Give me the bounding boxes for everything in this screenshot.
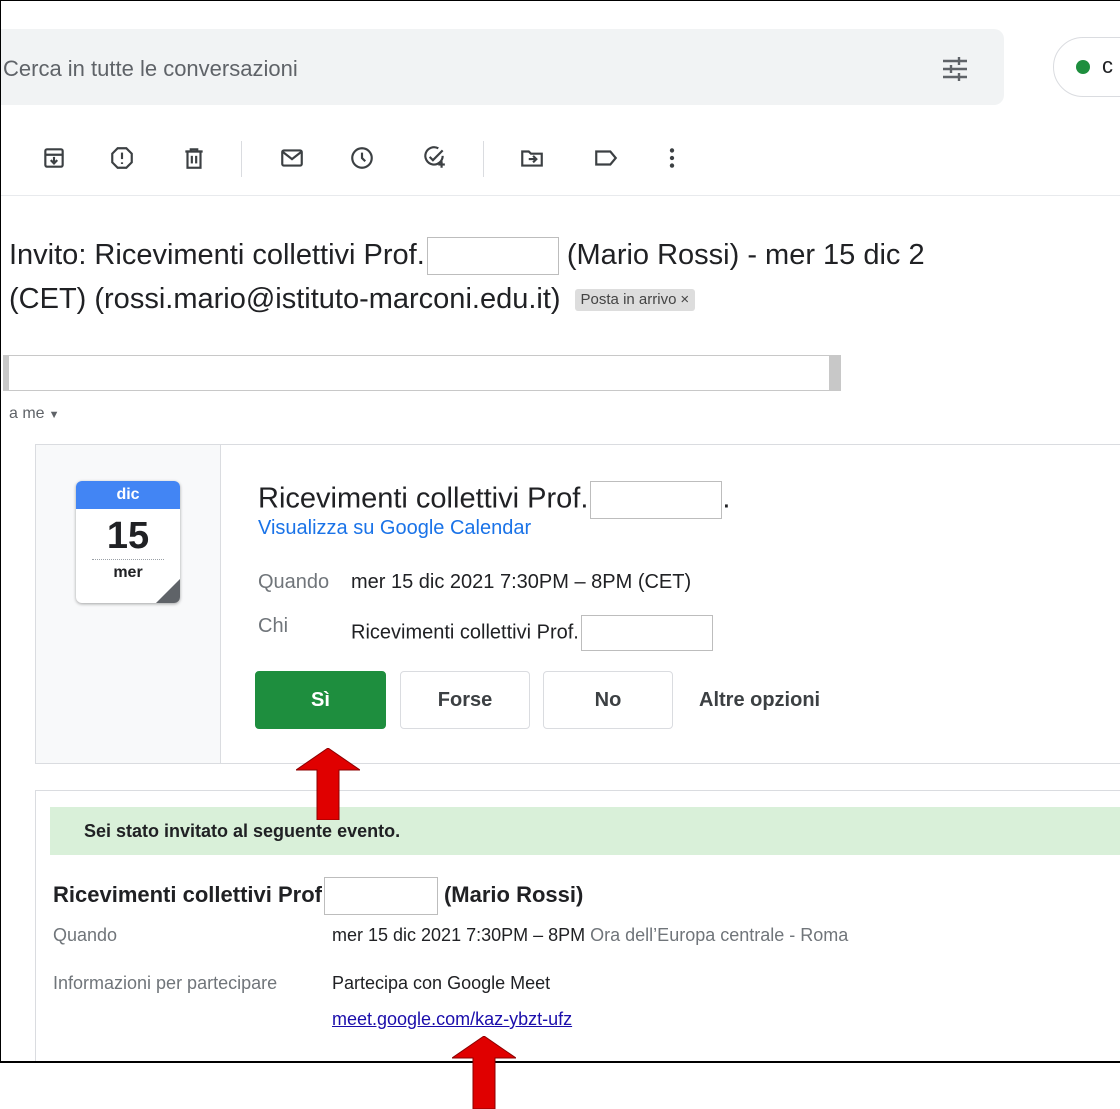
move-to-icon[interactable] [517, 143, 547, 173]
invite-card: dic 15 mer Ricevimenti collettivi Prof..… [35, 444, 1120, 764]
join-info-value: Partecipa con Google Meet [332, 973, 551, 993]
view-in-calendar-link[interactable]: Visualizza su Google Calendar [258, 517, 531, 540]
when-label: Quando [53, 925, 118, 945]
event-title: Ricevimenti collettivi Prof (Mario Rossi) [53, 877, 583, 915]
chevron-down-icon[interactable]: ▼ [49, 409, 60, 421]
arrow-up-icon [296, 748, 360, 820]
message-subject: Invito: Ricevimenti collettivi Prof. (Ma… [9, 237, 925, 315]
event-details: Sei stato invitato al seguente evento. R… [35, 790, 1120, 1061]
decline-button[interactable]: No [543, 671, 673, 729]
when-value: mer 15 dic 2021 7:30PM – 8PM (CET) [351, 571, 692, 593]
add-to-tasks-icon[interactable] [419, 143, 449, 173]
accept-button[interactable]: Sì [255, 671, 386, 729]
message-toolbar [1, 131, 1120, 187]
delete-icon[interactable] [179, 143, 209, 173]
snooze-icon[interactable] [347, 143, 377, 173]
status-button[interactable]: c [1053, 37, 1120, 97]
archive-icon[interactable] [39, 143, 69, 173]
redacted-name [426, 237, 559, 276]
who-label: Chi [258, 615, 289, 637]
when-label: Quando [258, 571, 330, 593]
search-input[interactable]: Cerca in tutte le conversazioni [3, 56, 298, 82]
redacted-name [580, 615, 713, 651]
search-options-icon[interactable] [939, 53, 971, 85]
redacted-name [323, 877, 438, 915]
invite-banner: Sei stato invitato al seguente evento. [50, 807, 1120, 855]
search-bar[interactable]: Cerca in tutte le conversazioni [1, 29, 1004, 105]
report-spam-icon[interactable] [107, 143, 137, 173]
recipients-toggle[interactable]: a me ▼ [9, 405, 59, 423]
remove-label-icon[interactable]: × [680, 291, 689, 308]
status-label: c [1102, 53, 1113, 78]
arrow-up-icon [452, 1036, 516, 1109]
calendar-date-icon: dic 15 mer [76, 481, 180, 603]
meet-link[interactable]: meet.google.com/kaz-ybzt-ufz [332, 1009, 572, 1030]
inbox-label-chip[interactable]: Posta in arrivo × [574, 289, 696, 312]
mark-unread-icon[interactable] [277, 143, 307, 173]
redacted-sender [3, 355, 841, 391]
online-status-icon [1076, 60, 1090, 74]
when-value: mer 15 dic 2021 7:30PM – 8PM Ora dell’Eu… [332, 925, 849, 945]
maybe-button[interactable]: Forse [400, 671, 530, 729]
label-icon[interactable] [591, 143, 621, 173]
more-options-button[interactable]: Altre opzioni [699, 689, 820, 712]
redacted-name [590, 481, 723, 519]
more-icon[interactable] [657, 143, 687, 173]
join-info-label: Informazioni per partecipare [53, 973, 278, 993]
invite-title: Ricevimenti collettivi Prof.. [258, 481, 730, 519]
gmail-window: Cerca in tutte le conversazioni c Invito… [0, 0, 1120, 1063]
who-value: Ricevimenti collettivi Prof. [351, 615, 713, 651]
